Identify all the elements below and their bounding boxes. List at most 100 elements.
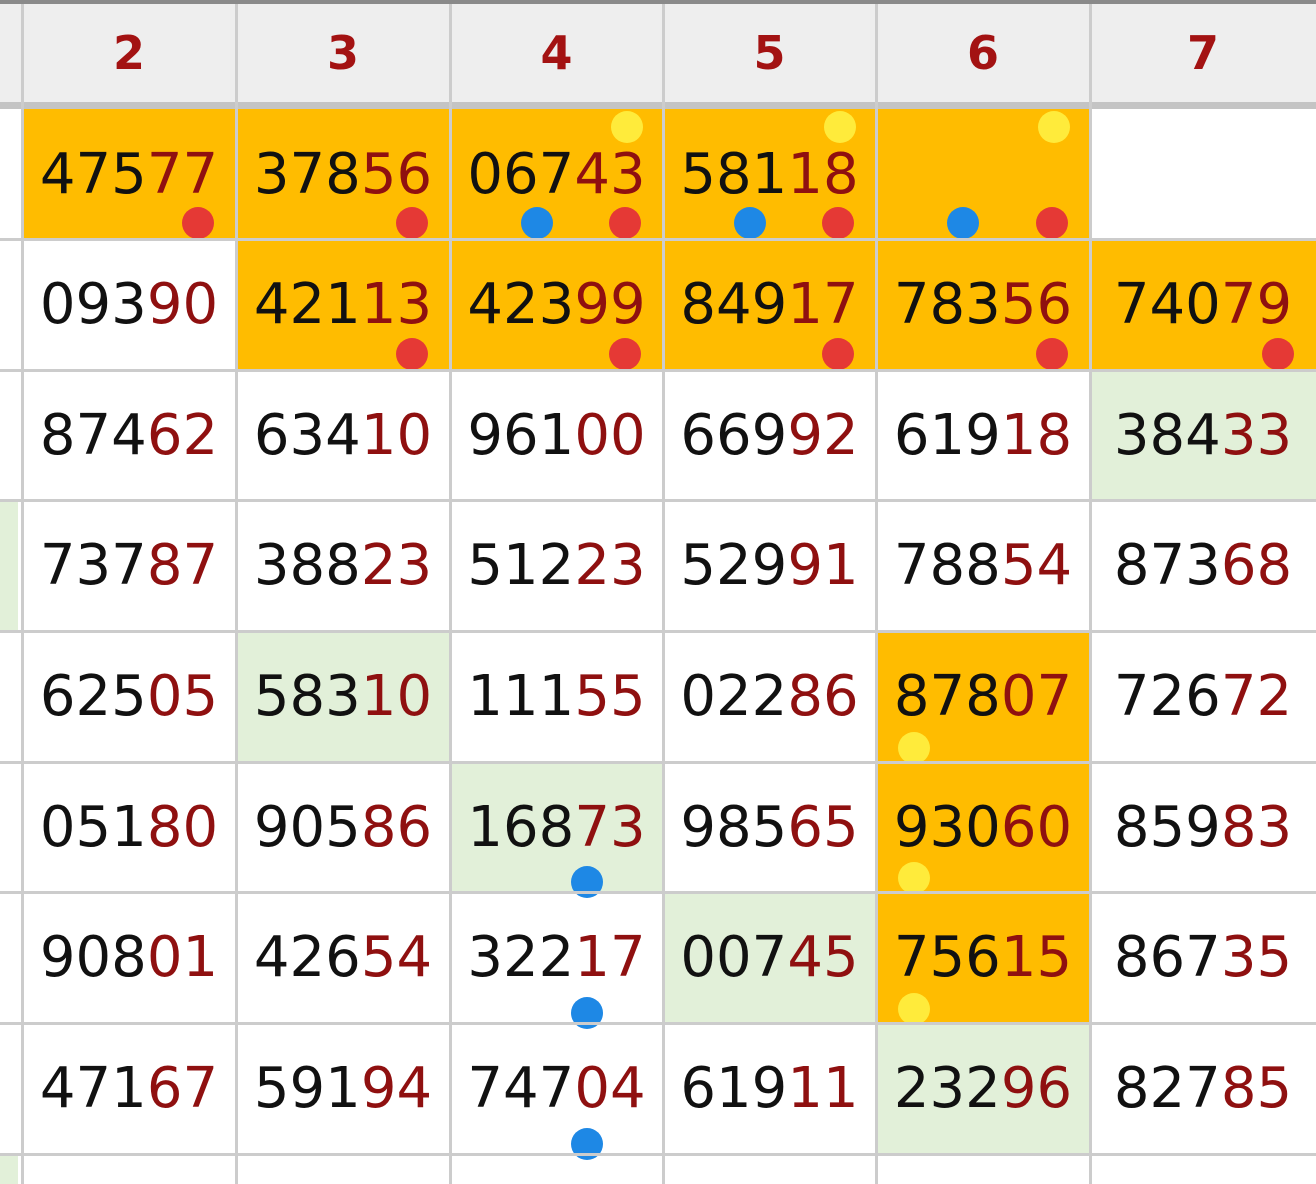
- cell-trailing-digits: 72: [1220, 664, 1293, 729]
- cell-leading-digits: 378: [253, 141, 361, 207]
- row-gridline: [0, 630, 1316, 633]
- cell-trailing-digits: 00: [574, 402, 646, 468]
- red-marker-dot: [396, 338, 428, 370]
- grid-cell[interactable]: 867 35: [1090, 892, 1316, 1023]
- cell-trailing-digits: 23: [360, 533, 433, 598]
- grid-cell[interactable]: 625 05: [22, 631, 236, 762]
- grid-cell[interactable]: 905 86: [236, 762, 450, 892]
- grid-cell[interactable]: 168 73: [450, 762, 663, 892]
- cell-leading-digits: 878: [893, 664, 1001, 729]
- column-header-4[interactable]: 4: [450, 4, 663, 102]
- cell-leading-digits: 930: [893, 794, 1001, 860]
- yellow-marker-dot: [611, 111, 643, 143]
- grid-cell[interactable]: 388 23: [236, 500, 450, 631]
- grid-cell[interactable]: 022 86: [663, 631, 876, 762]
- column-header-7[interactable]: 7: [1090, 4, 1316, 102]
- grid-cell[interactable]: 512 23: [450, 500, 663, 631]
- grid-cell[interactable]: 007 45: [663, 892, 876, 1023]
- grid-cell[interactable]: 859 83: [1090, 762, 1316, 892]
- cell-trailing-digits: 11: [787, 1056, 859, 1121]
- cell-leading-digits: 581: [680, 141, 788, 207]
- row-gridline: [0, 499, 1316, 502]
- grid-cell[interactable]: 634 10: [236, 370, 450, 500]
- cell-leading-digits: 737: [39, 533, 147, 598]
- cell-trailing-digits: 17: [787, 272, 859, 337]
- cell-trailing-digits: 45: [787, 925, 859, 990]
- grid-cell[interactable]: 529 91: [663, 500, 876, 631]
- grid-cell[interactable]: 583 10: [236, 631, 450, 762]
- column-header-5[interactable]: 5: [663, 4, 876, 102]
- grid-cell[interactable]: 591 94: [236, 1023, 450, 1154]
- grid-cell[interactable]: 619 18: [876, 370, 1090, 500]
- cell-trailing-digits: 07: [1000, 664, 1073, 729]
- cell-trailing-digits: 90: [146, 272, 219, 337]
- cell-trailing-digits: 87: [146, 533, 219, 598]
- cell-trailing-digits: 86: [787, 664, 859, 729]
- red-marker-dot: [1262, 338, 1294, 370]
- blue-marker-dot: [947, 207, 979, 239]
- cell-trailing-digits: 15: [1000, 925, 1073, 990]
- grid-cell[interactable]: 471 67: [22, 1023, 236, 1154]
- grid-cell[interactable]: 232 96: [876, 1023, 1090, 1154]
- grid-cell[interactable]: 788 54: [876, 500, 1090, 631]
- cell-leading-digits: 849: [680, 272, 788, 337]
- cell-trailing-digits: 99: [574, 272, 646, 337]
- cell-trailing-digits: 18: [787, 141, 859, 207]
- blue-marker-dot: [733, 207, 766, 239]
- grid-cell[interactable]: 874 62: [22, 370, 236, 500]
- cell-trailing-digits: 92: [787, 402, 859, 468]
- grid-cell[interactable]: 873 68: [1090, 500, 1316, 631]
- grid-cell[interactable]: 669 92: [663, 370, 876, 500]
- red-marker-dot: [822, 207, 854, 239]
- cell-leading-digits: 067: [467, 141, 575, 207]
- grid-cell[interactable]: 426 54: [236, 892, 450, 1023]
- column-gridline: [1089, 4, 1092, 1184]
- grid-cell[interactable]: 747 04: [450, 1023, 663, 1154]
- cell-leading-digits: 634: [253, 402, 361, 468]
- grid-cell[interactable]: 985 65: [663, 762, 876, 892]
- column-header-2[interactable]: 2: [22, 4, 236, 102]
- grid-cell[interactable]: 051 80: [22, 762, 236, 892]
- cell-leading-digits: 475: [39, 141, 147, 207]
- cell-leading-digits: 669: [680, 402, 788, 468]
- cell-leading-digits: 426: [253, 925, 361, 990]
- grid-cell[interactable]: 093 90: [22, 239, 236, 370]
- offscreen-cell-fragment: [0, 500, 18, 630]
- column-header-3[interactable]: 3: [236, 4, 450, 102]
- red-marker-dot: [822, 338, 854, 370]
- cell-trailing-digits: 10: [360, 664, 433, 729]
- grid-cell[interactable]: 827 85: [1090, 1023, 1316, 1154]
- cell-trailing-digits: 77: [146, 141, 219, 207]
- red-marker-dot: [182, 207, 214, 239]
- cell-trailing-digits: 60: [1000, 794, 1073, 860]
- grid-cell[interactable]: [1090, 109, 1316, 239]
- offscreen-cell-fragment: [0, 1155, 18, 1184]
- grid-cell[interactable]: 908 01: [22, 892, 236, 1023]
- grid-cell[interactable]: 111 55: [450, 631, 663, 762]
- column-header-6[interactable]: 6: [876, 4, 1090, 102]
- spreadsheet: 234567 475 77 378 56 067 43 581 18 093 90 421 13 423…: [0, 0, 1316, 1184]
- cell-leading-digits: 867: [1113, 925, 1221, 990]
- cell-trailing-digits: 91: [787, 533, 859, 598]
- grid-cell[interactable]: 322 17: [450, 892, 663, 1023]
- cell-leading-digits: 619: [893, 402, 1001, 468]
- cell-leading-digits: 421: [253, 272, 361, 337]
- cell-trailing-digits: 35: [1220, 925, 1293, 990]
- cell-leading-digits: 512: [467, 533, 575, 598]
- cell-leading-digits: 111: [467, 664, 575, 729]
- grid-cell[interactable]: 726 72: [1090, 631, 1316, 762]
- cell-leading-digits: 007: [680, 925, 788, 990]
- grid-cell[interactable]: 961 00: [450, 370, 663, 500]
- yellow-marker-dot: [824, 111, 856, 143]
- cell-trailing-digits: 23: [574, 533, 646, 598]
- row-gridline: [0, 1153, 1316, 1156]
- grid-cell[interactable]: 737 87: [22, 500, 236, 631]
- column-gridline: [662, 4, 665, 1184]
- column-gridline: [21, 4, 24, 1184]
- grid-cell[interactable]: 619 11: [663, 1023, 876, 1154]
- column-gridline: [449, 4, 452, 1184]
- cell-trailing-digits: 56: [1000, 272, 1073, 337]
- cell-leading-digits: 726: [1113, 664, 1221, 729]
- cell-leading-digits: 022: [680, 664, 788, 729]
- grid-cell[interactable]: 384 33: [1090, 370, 1316, 500]
